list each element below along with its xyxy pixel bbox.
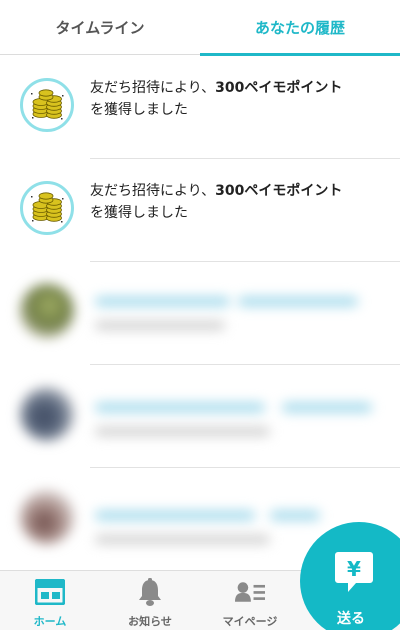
nav-mypage-label: マイページ (222, 615, 278, 628)
history-text-points: 300ペイモポイント (215, 80, 343, 96)
nav-notifications[interactable]: お知らせ (100, 571, 200, 630)
blurred-text (238, 297, 358, 306)
bell-icon (135, 578, 165, 606)
blurred-text (95, 403, 265, 412)
blurred-text (95, 427, 270, 436)
yen-bubble-icon: ¥ (334, 550, 374, 598)
tab-timeline-label: タイムライン (55, 19, 145, 37)
history-text: 友だち招待により、300ペイモポイントを獲得しました (90, 77, 382, 121)
tab-your-history[interactable]: あなたの履歴 (200, 0, 400, 56)
avatar (20, 387, 74, 441)
blurred-text (95, 511, 255, 520)
history-list[interactable]: 友だち招待により、300ペイモポイント を獲得しました 友だち招待により、300ペ… (0, 55, 400, 570)
history-item[interactable]: 友だち招待により、300ペイモポイントを獲得しました (0, 158, 400, 261)
tab-bar: タイムライン あなたの履歴 (0, 0, 400, 56)
history-text-lead: 友だち招待により、 (90, 183, 216, 199)
history-item-obscured[interactable] (0, 261, 400, 364)
tab-your-history-label: あなたの履歴 (254, 19, 345, 37)
nav-home-label: ホーム (33, 615, 67, 628)
blurred-text (270, 511, 320, 520)
tab-timeline[interactable]: タイムライン (0, 0, 200, 55)
blurred-text (282, 403, 372, 412)
blurred-text (95, 535, 270, 544)
nav-home[interactable]: ホーム (0, 571, 100, 630)
yen-symbol: ¥ (347, 557, 361, 581)
blurred-text (95, 321, 225, 330)
blurred-text (95, 297, 230, 306)
history-text-lead: 友だち招待により、 (90, 80, 216, 96)
history-text-tail: を獲得しました (90, 102, 188, 118)
nav-mypage[interactable]: マイページ (200, 571, 300, 630)
coins-icon (20, 181, 74, 235)
history-text-points: 300ペイモポイント (215, 183, 343, 199)
home-icon (35, 578, 65, 606)
nav-notifications-label: お知らせ (128, 615, 172, 628)
avatar (20, 490, 74, 544)
history-text: 友だち招待により、300ペイモポイントを獲得しました (90, 180, 382, 224)
profile-card-icon (235, 578, 265, 606)
coins-icon (20, 78, 74, 132)
send-button-label: 送る (337, 611, 365, 627)
avatar (20, 284, 74, 338)
history-item-obscured[interactable] (0, 364, 400, 467)
history-text-tail: を獲得しました (90, 205, 188, 221)
history-item[interactable]: 友だち招待により、300ペイモポイントを獲得しました (0, 55, 400, 158)
